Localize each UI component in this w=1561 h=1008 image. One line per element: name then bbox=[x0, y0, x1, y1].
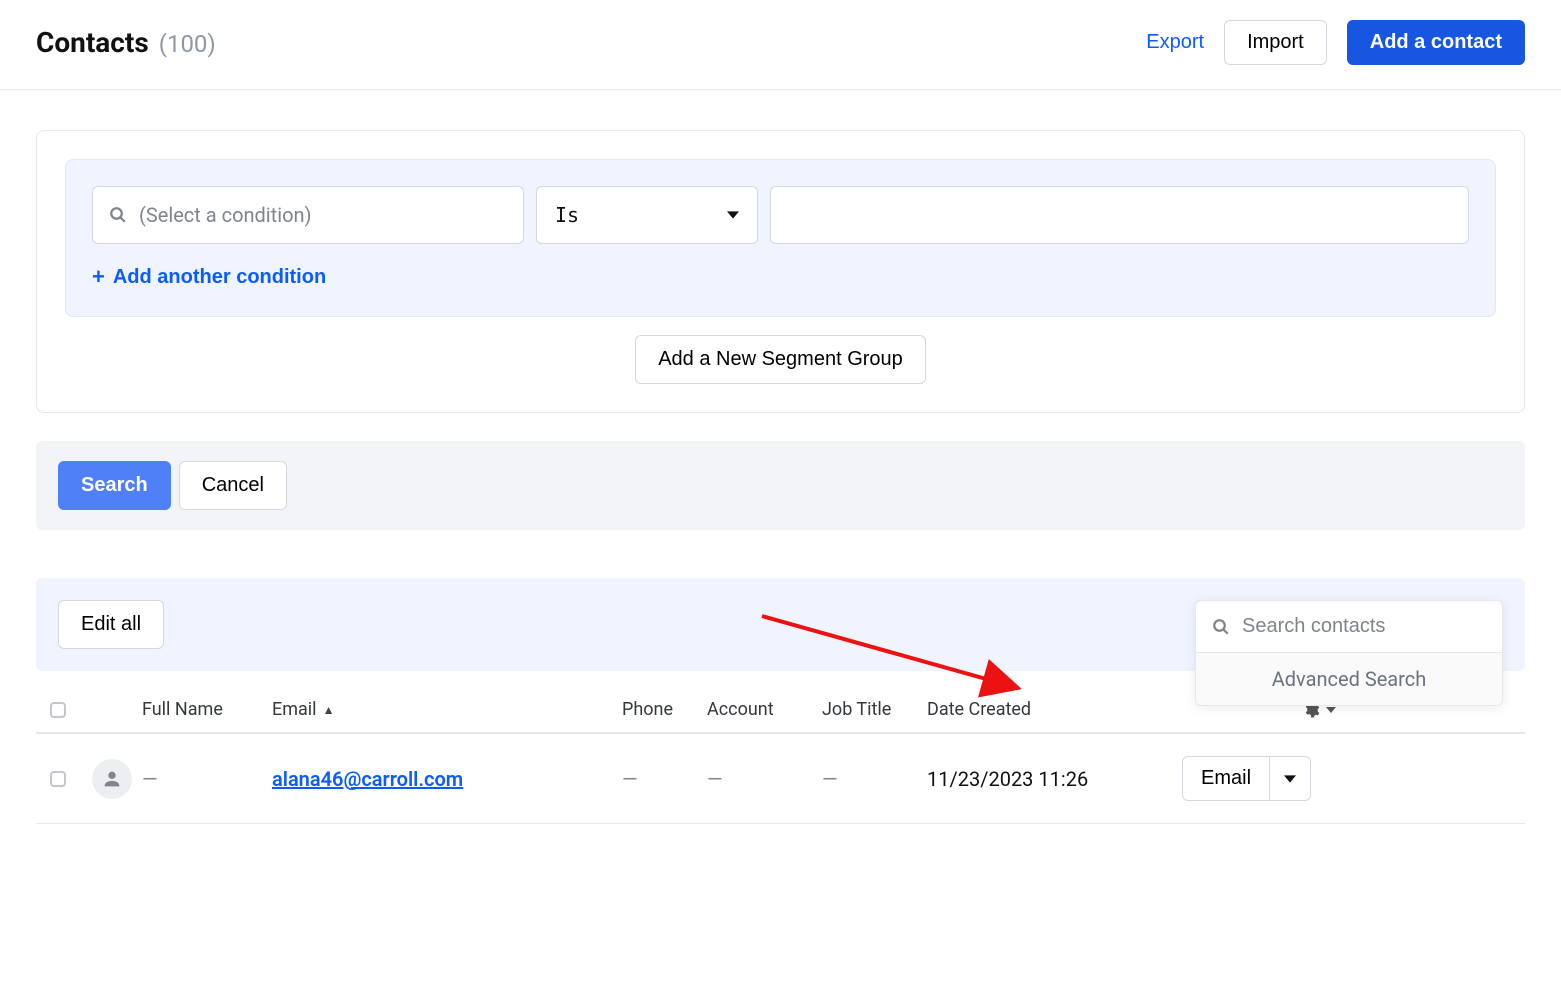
col-account[interactable]: Account bbox=[707, 699, 822, 720]
avatar bbox=[92, 759, 132, 799]
caret-down-icon bbox=[1326, 705, 1336, 715]
col-email[interactable]: Email ▲ bbox=[272, 699, 622, 720]
row-checkbox[interactable] bbox=[50, 771, 66, 787]
search-icon bbox=[109, 206, 127, 224]
segment-group: (Select a condition) Is + Add another co… bbox=[65, 159, 1496, 317]
segment-panel: (Select a condition) Is + Add another co… bbox=[36, 130, 1525, 413]
search-contacts-input[interactable] bbox=[1242, 615, 1503, 638]
table-toolbar: Edit all Advanced Search bbox=[36, 578, 1525, 671]
plus-icon: + bbox=[92, 264, 105, 290]
condition-placeholder: (Select a condition) bbox=[139, 203, 312, 227]
row-email-button[interactable]: Email bbox=[1182, 756, 1270, 801]
add-condition-button[interactable]: + Add another condition bbox=[92, 264, 326, 290]
header-actions: Export Import Add a contact bbox=[1146, 20, 1525, 65]
segment-action-bar: Search Cancel bbox=[36, 441, 1525, 530]
search-popover: Advanced Search bbox=[1195, 600, 1503, 706]
col-email-label: Email bbox=[272, 699, 317, 720]
contacts-table: Full Name Email ▲ Phone Account Job Titl… bbox=[36, 687, 1525, 824]
col-date-created[interactable]: Date Created bbox=[927, 699, 1182, 720]
cell-account: — bbox=[707, 767, 822, 791]
cell-email-link[interactable]: alana46@carroll.com bbox=[272, 767, 463, 791]
condition-field-select[interactable]: (Select a condition) bbox=[92, 186, 524, 244]
sort-asc-icon: ▲ bbox=[323, 703, 335, 717]
table-row: — alana46@carroll.com — — — 11/23/2023 1… bbox=[36, 734, 1525, 824]
select-all-checkbox[interactable] bbox=[50, 702, 66, 718]
search-input-row bbox=[1196, 601, 1502, 652]
export-button[interactable]: Export bbox=[1146, 31, 1204, 54]
popover-caret bbox=[1420, 600, 1452, 601]
caret-down-icon bbox=[727, 209, 739, 221]
add-contact-button[interactable]: Add a contact bbox=[1347, 20, 1525, 65]
cell-phone: — bbox=[622, 767, 707, 791]
condition-operator-select[interactable]: Is bbox=[536, 186, 758, 244]
advanced-search-button[interactable]: Advanced Search bbox=[1196, 652, 1502, 705]
page-count: (100) bbox=[159, 30, 216, 58]
page-title: Contacts bbox=[36, 26, 149, 59]
cancel-button[interactable]: Cancel bbox=[179, 461, 287, 510]
import-button[interactable]: Import bbox=[1224, 20, 1327, 65]
col-job-title[interactable]: Job Title bbox=[822, 699, 927, 720]
page-header: Contacts (100) Export Import Add a conta… bbox=[0, 0, 1561, 90]
title-wrap: Contacts (100) bbox=[36, 26, 216, 59]
cell-full-name: — bbox=[142, 767, 272, 791]
edit-all-button[interactable]: Edit all bbox=[58, 600, 164, 649]
col-full-name[interactable]: Full Name bbox=[142, 699, 272, 720]
row-action-caret-button[interactable] bbox=[1270, 756, 1311, 801]
condition-value-input[interactable] bbox=[770, 186, 1469, 244]
search-button[interactable]: Search bbox=[58, 461, 171, 510]
operator-label: Is bbox=[555, 203, 579, 227]
caret-down-icon bbox=[1284, 773, 1296, 785]
add-segment-group-button[interactable]: Add a New Segment Group bbox=[635, 335, 926, 384]
cell-date-created: 11/23/2023 11:26 bbox=[927, 767, 1182, 791]
condition-row: (Select a condition) Is bbox=[92, 186, 1469, 244]
cell-job-title: — bbox=[822, 767, 927, 791]
col-phone[interactable]: Phone bbox=[622, 699, 707, 720]
search-icon bbox=[1212, 618, 1230, 636]
row-action-dropdown: Email bbox=[1182, 756, 1342, 801]
add-condition-label: Add another condition bbox=[113, 266, 326, 289]
